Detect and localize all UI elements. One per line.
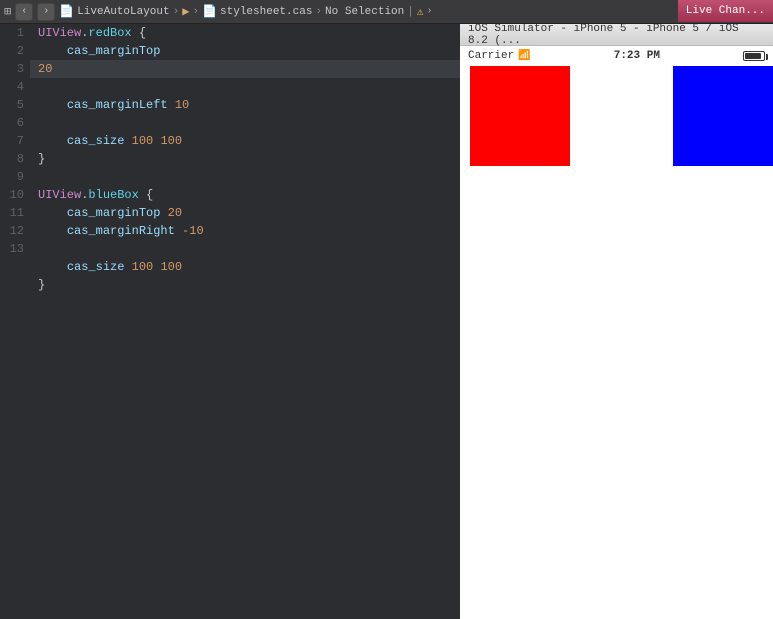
battery-area [743,51,765,61]
top-bar: ⊞ ‹ › 📄 LiveAutoLayout › ▶ › 📄 styleshee… [0,0,773,24]
breadcrumb-selection[interactable]: No Selection [325,6,404,18]
code-editor[interactable]: 1 2 3 4 5 6 7 8 9 10 11 12 13 UIView.red… [0,24,460,619]
simulator-title: iOS Simulator - iPhone 5 - iPhone 5 / iO… [468,24,765,47]
nav-back-button[interactable]: ‹ [15,3,33,21]
grid-icon: ⊞ [4,4,11,19]
blue-box [673,66,773,166]
simulator-screen: Carrier 📶 7:23 PM [460,46,773,619]
breadcrumb: 📄 LiveAutoLayout › ▶ › 📄 stylesheet.cas … [59,4,432,19]
breadcrumb-sep-2: › [192,6,199,18]
breadcrumb-filename[interactable]: stylesheet.cas [220,6,312,18]
carrier-area: Carrier 📶 [468,50,531,62]
time-label: 7:23 PM [614,50,660,62]
breadcrumb-file-icon: 📄 [59,4,74,19]
red-box [470,66,570,166]
breadcrumb-project[interactable]: LiveAutoLayout [77,6,169,18]
breadcrumb-chevron: › [427,6,433,17]
code-content[interactable]: UIView.redBox { cas_marginTop 20 cas_mar… [30,24,460,294]
breadcrumb-sep-3: › [315,6,322,18]
warning-icon: ⚠ [417,5,424,19]
nav-forward-button[interactable]: › [37,3,55,21]
breadcrumb-folder-icon: ▶ [182,4,189,19]
wifi-icon: 📶 [518,50,530,62]
main-area: 1 2 3 4 5 6 7 8 9 10 11 12 13 UIView.red… [0,24,773,619]
breadcrumb-file-icon-2: 📄 [202,4,217,19]
breadcrumb-sep-1: › [173,6,180,18]
simulator-status-bar: Carrier 📶 7:23 PM [460,46,773,66]
breadcrumb-sep-4: | [407,6,414,18]
battery-icon [743,51,765,61]
line-numbers: 1 2 3 4 5 6 7 8 9 10 11 12 13 [0,24,30,258]
simulator-title-bar: iOS Simulator - iPhone 5 - iPhone 5 / iO… [460,24,773,46]
ios-simulator: iOS Simulator - iPhone 5 - iPhone 5 / iO… [460,24,773,619]
carrier-label: Carrier [468,50,514,62]
